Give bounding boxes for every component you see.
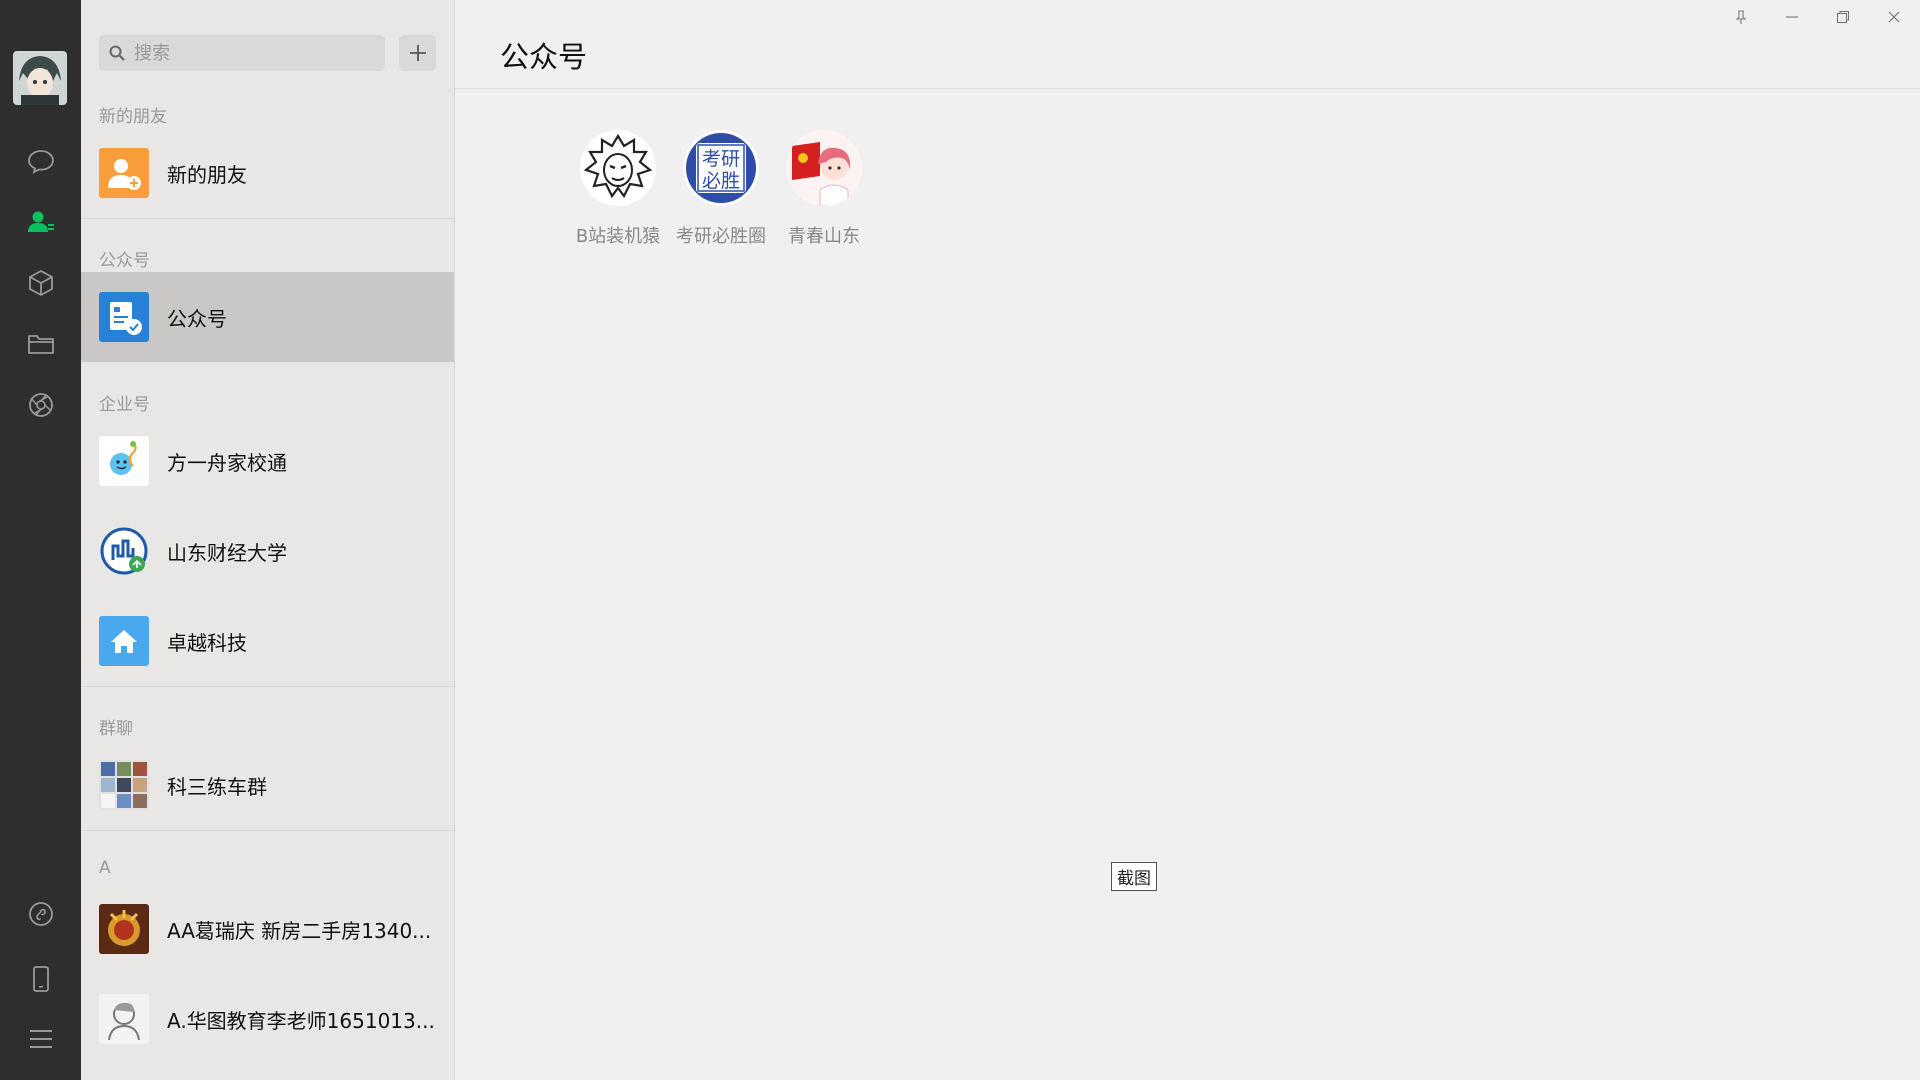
account-name: B站装机猿 — [575, 226, 661, 247]
user-avatar[interactable] — [13, 51, 67, 105]
plus-icon — [409, 45, 426, 61]
menu-icon[interactable] — [0, 1015, 81, 1063]
restore-icon — [1836, 10, 1850, 24]
divider — [81, 830, 454, 831]
pin-icon — [1735, 10, 1747, 24]
add-contact-button[interactable] — [399, 35, 436, 71]
contact-a-1[interactable]: AA葛瑞庆 新房二手房1340... — [81, 884, 454, 974]
enterprise-avatar — [99, 616, 149, 666]
search-box[interactable] — [99, 35, 385, 71]
official-account-item[interactable]: 考研 必胜 考研必胜圈 — [669, 130, 773, 248]
account-name: 考研必胜圈 — [676, 226, 766, 247]
badge-text-line2: 必胜 — [702, 170, 740, 192]
search-icon — [109, 45, 125, 61]
contact-avatar — [99, 994, 149, 1044]
nav-bar — [0, 0, 81, 1080]
phone-icon[interactable] — [0, 955, 81, 1003]
contact-avatar — [99, 904, 149, 954]
page-title: 公众号 — [500, 40, 588, 74]
official-account-item[interactable]: B站装机猿 — [566, 130, 670, 248]
favorites-icon[interactable] — [0, 259, 81, 307]
main-header: 公众号 — [455, 0, 1920, 89]
section-groups: 群聊 — [99, 719, 133, 739]
account-avatar-qingchun — [786, 130, 862, 206]
account-name: 青春山东 — [788, 226, 860, 247]
contact-name: 卓越科技 — [167, 630, 247, 655]
contact-name: A.华图教育李老师1651013... — [167, 1008, 435, 1033]
badge-text-line1: 考研 — [702, 148, 740, 170]
main-panel: 公众号 B站装机猿 考研 必胜 考研必胜圈 青春山东 截图 — [455, 0, 1920, 1080]
contact-a-2[interactable]: A.华图教育李老师1651013... — [81, 974, 454, 1064]
contact-group-1[interactable]: 科三练车群 — [81, 740, 454, 830]
contact-name: 公众号 — [167, 306, 227, 331]
section-new-friends: 新的朋友 — [99, 107, 167, 127]
account-avatar-monkey — [580, 130, 656, 206]
contact-name: 新的朋友 — [167, 162, 247, 187]
mini-program-icon[interactable] — [0, 890, 81, 938]
divider — [81, 686, 454, 687]
contact-name: AA葛瑞庆 新房二手房1340... — [167, 918, 432, 943]
contact-enterprise-3[interactable]: 卓越科技 — [81, 596, 454, 686]
minimize-button[interactable] — [1772, 6, 1812, 28]
pin-button[interactable] — [1721, 6, 1761, 28]
enterprise-avatar — [99, 526, 149, 576]
folder-icon[interactable] — [0, 320, 81, 368]
close-button[interactable] — [1874, 6, 1914, 28]
contact-enterprise-1[interactable]: 方一舟家校通 — [81, 416, 454, 506]
section-enterprise: 企业号 — [99, 395, 150, 415]
contact-official-accounts[interactable]: 公众号 — [81, 272, 454, 362]
section-official: 公众号 — [99, 251, 150, 271]
section-letter-a: A — [99, 858, 111, 878]
contact-list: 新的朋友 新的朋友 公众号 公众号 企业号 方一舟家校通 山东财经大学 卓越科技… — [81, 0, 455, 1080]
new-friend-icon — [99, 148, 149, 198]
group-avatar — [99, 760, 149, 810]
account-avatar-kaoyan: 考研 必胜 — [683, 130, 759, 206]
minimize-icon — [1786, 16, 1798, 18]
screenshot-tag: 截图 — [1111, 862, 1157, 891]
contact-name: 科三练车群 — [167, 774, 267, 799]
divider — [81, 218, 454, 219]
contact-name: 山东财经大学 — [167, 540, 287, 565]
contact-name: 方一舟家校通 — [167, 450, 287, 475]
official-account-item[interactable]: 青春山东 — [772, 130, 876, 248]
contact-enterprise-2[interactable]: 山东财经大学 — [81, 506, 454, 596]
search-input[interactable] — [134, 42, 374, 64]
contact-new-friends[interactable]: 新的朋友 — [81, 128, 454, 218]
official-account-icon — [99, 292, 149, 342]
moments-icon[interactable] — [0, 381, 81, 429]
chat-icon[interactable] — [0, 137, 81, 185]
contacts-icon[interactable] — [0, 198, 81, 246]
maximize-button[interactable] — [1823, 6, 1863, 28]
close-icon — [1888, 11, 1900, 23]
enterprise-avatar — [99, 436, 149, 486]
